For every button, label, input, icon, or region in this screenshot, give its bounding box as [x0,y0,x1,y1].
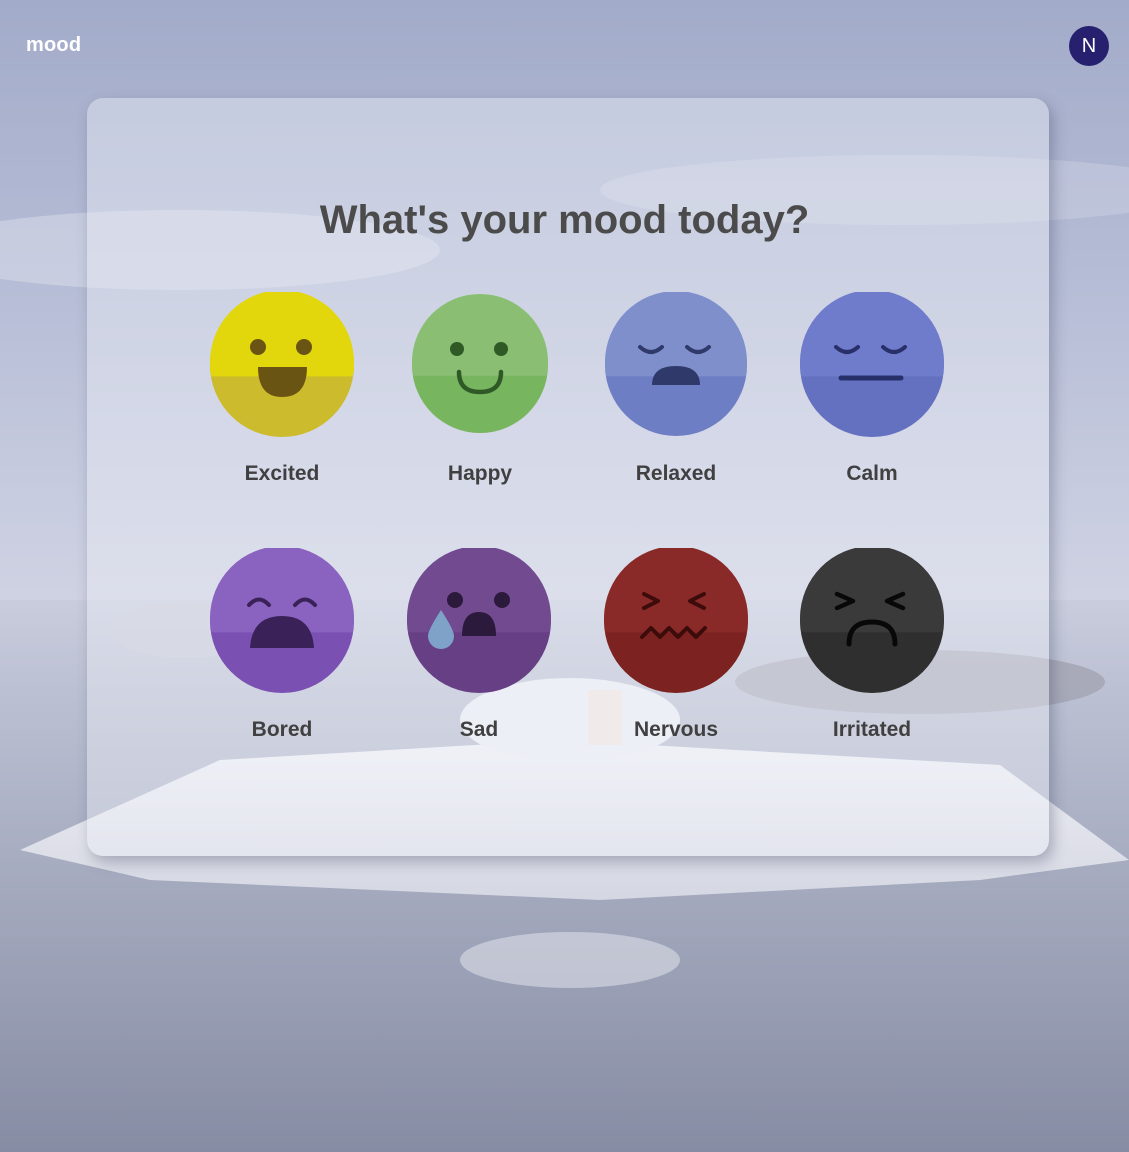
mood-option-irritated[interactable]: Irritated [797,548,947,742]
relaxed-face-icon [605,292,747,436]
app-logo[interactable]: mood [26,34,81,57]
sad-face-icon [407,548,551,693]
mood-option-sad[interactable]: Sad [404,548,554,742]
mood-label-calm: Calm [846,462,898,485]
mood-label-excited: Excited [244,462,320,485]
mood-label-nervous: Nervous [633,718,719,741]
mood-label-irritated: Irritated [832,718,912,741]
bored-face-icon [210,548,354,693]
mood-option-relaxed[interactable]: Relaxed [601,292,751,486]
mood-label-sad: Sad [459,718,499,741]
happy-face-icon [412,292,548,433]
nervous-face-icon [604,548,748,693]
mood-label-bored: Bored [251,718,313,741]
excited-face-icon [210,292,354,437]
mood-option-excited[interactable]: Excited [207,292,357,486]
page-title: What's your mood today? [319,198,810,242]
mood-label-relaxed: Relaxed [635,462,717,485]
user-avatar[interactable]: N [1069,26,1109,66]
irritated-face-icon [800,548,944,693]
mood-label-happy: Happy [447,462,513,485]
mood-option-happy[interactable]: Happy [405,292,555,486]
mood-option-calm[interactable]: Calm [797,292,947,486]
mood-option-nervous[interactable]: Nervous [601,548,751,742]
calm-face-icon [800,292,944,437]
mood-option-bored[interactable]: Bored [207,548,357,742]
